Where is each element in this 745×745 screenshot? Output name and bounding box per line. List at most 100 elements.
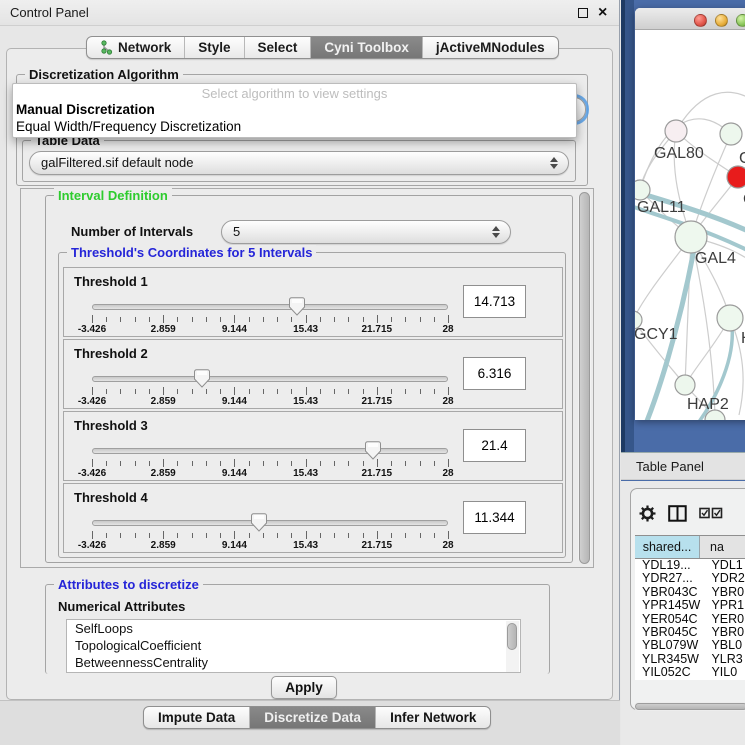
node-red-selected[interactable]: [727, 166, 745, 188]
threshold-2-value[interactable]: 6.316: [463, 357, 526, 390]
table-row[interactable]: YER054CYER0: [635, 613, 745, 626]
table-cell[interactable]: YBR0: [705, 626, 745, 639]
slider-thumb[interactable]: [251, 513, 268, 532]
network-window-titlebar[interactable]: [635, 8, 745, 30]
table-row[interactable]: YIL052CYIL0: [635, 666, 745, 679]
table-cell[interactable]: YBR043C: [635, 586, 705, 599]
table-cell[interactable]: YBL0: [705, 639, 745, 652]
table-cell[interactable]: YDL1: [705, 559, 745, 572]
list-item[interactable]: TopologicalCoefficient: [67, 637, 520, 654]
tab-impute-data[interactable]: Impute Data: [144, 707, 250, 728]
tab-infer-network[interactable]: Infer Network: [376, 707, 490, 728]
table-row[interactable]: YBR043CYBR0: [635, 586, 745, 599]
slider-track[interactable]: [92, 376, 448, 382]
scrollbar-thumb[interactable]: [635, 703, 745, 710]
panel-title: Control Panel: [10, 5, 89, 20]
node-hap2[interactable]: [675, 375, 695, 395]
table-cell[interactable]: YPR145W: [635, 599, 705, 612]
slider-track[interactable]: [92, 520, 448, 526]
column-layout-icon[interactable]: [668, 505, 687, 522]
table-cell[interactable]: YLR3: [705, 653, 745, 666]
table-row[interactable]: YLR345WYLR3: [635, 653, 745, 666]
table-row[interactable]: YBR045CYBR0: [635, 626, 745, 639]
dropdown-option-manual[interactable]: Manual Discretization: [13, 101, 576, 118]
table-cell[interactable]: YDR2: [705, 572, 745, 585]
slider-track[interactable]: [92, 304, 448, 310]
zoom-traffic-light-icon[interactable]: [736, 14, 745, 27]
table-cell[interactable]: YIL052C: [635, 666, 705, 679]
threshold-3-slider[interactable]: -3.4262.8599.14415.4321.71528: [92, 444, 448, 478]
list-item[interactable]: SelfLoops: [67, 620, 520, 637]
tab-cyni-toolbox[interactable]: Cyni Toolbox: [311, 37, 423, 58]
interval-vertical-scrollbar[interactable]: [578, 192, 591, 564]
column-header-shared-name[interactable]: shared...: [635, 536, 700, 558]
network-icon: [100, 40, 113, 55]
minimize-traffic-light-icon[interactable]: [715, 14, 728, 27]
tab-network[interactable]: Network: [87, 37, 185, 58]
control-panel-tabs: Network Style Select Cyni Toolbox jActiv…: [86, 36, 559, 59]
table-data-combobox[interactable]: galFiltered.sif default node: [29, 151, 569, 175]
table-cell[interactable]: YBR0: [705, 586, 745, 599]
slider-thumb[interactable]: [194, 369, 211, 388]
node-gal4[interactable]: [675, 221, 707, 253]
threshold-3-panel: Threshold 3 -3.4262.8599.14415.4321.7152…: [63, 411, 563, 481]
slider-track[interactable]: [92, 448, 448, 454]
table-cell[interactable]: YLR345W: [635, 653, 705, 666]
table-body: YDL19...YDL1YDR27...YDR2YBR043CYBR0YPR14…: [635, 559, 745, 680]
table-horizontal-scrollbar[interactable]: [634, 702, 745, 711]
table-row[interactable]: YDL19...YDL1: [635, 559, 745, 572]
threshold-2-slider[interactable]: -3.4262.8599.14415.4321.71528: [92, 372, 448, 406]
attributes-title: Attributes to discretize: [54, 577, 203, 592]
close-traffic-light-icon[interactable]: [694, 14, 707, 27]
dropdown-option-equal-width[interactable]: Equal Width/Frequency Discretization: [13, 118, 576, 135]
tab-style[interactable]: Style: [185, 37, 244, 58]
apply-button[interactable]: Apply: [271, 676, 337, 699]
scrollbar-thumb[interactable]: [579, 192, 590, 564]
scrollbar-thumb[interactable]: [507, 623, 517, 650]
network-view-window[interactable]: GAL80 G. GAL11 C GAL4 GCY1 H HAP2: [635, 8, 745, 420]
interval-definition-group: Interval Definition Number of Intervals …: [45, 195, 573, 563]
select-columns-icon[interactable]: [699, 507, 723, 519]
list-item[interactable]: BetweennessCentrality: [67, 654, 520, 671]
threshold-4-value[interactable]: 11.344: [463, 501, 526, 534]
table-row[interactable]: YBL079WYBL0: [635, 639, 745, 652]
table-container: shared... na YDL19...YDL1YDR27...YDR2YBR…: [630, 488, 745, 710]
table-panel-titlebar: Table Panel: [621, 452, 745, 480]
slider-thumb[interactable]: [365, 441, 382, 460]
table-cell[interactable]: YER054C: [635, 613, 705, 626]
threshold-1-value[interactable]: 14.713: [463, 285, 526, 318]
node-green-top[interactable]: [720, 123, 742, 145]
tab-select[interactable]: Select: [245, 37, 312, 58]
table-cell[interactable]: YDL19...: [635, 559, 705, 572]
threshold-1-slider[interactable]: -3.4262.8599.14415.4321.71528: [92, 300, 448, 334]
node-gal11[interactable]: [635, 180, 650, 200]
table-cell[interactable]: YER0: [705, 613, 745, 626]
interval-scrollpane: Interval Definition Number of Intervals …: [20, 188, 594, 568]
numerical-attributes-list[interactable]: SelfLoopsTopologicalCoefficientBetweenne…: [66, 619, 521, 673]
attributes-list-scrollbar[interactable]: [506, 621, 519, 673]
table-row[interactable]: YDR27...YDR2: [635, 572, 745, 585]
node-label-hap2: HAP2: [687, 396, 729, 413]
tab-discretize-data[interactable]: Discretize Data: [250, 707, 376, 728]
threshold-1-panel: Threshold 1 -3.4262.8599.14415.4321.7152…: [63, 267, 563, 337]
table-row[interactable]: YPR145WYPR1: [635, 599, 745, 612]
slider-thumb[interactable]: [289, 297, 306, 316]
node-h[interactable]: [717, 305, 743, 331]
table-cell[interactable]: YIL0: [705, 666, 745, 679]
column-header-name[interactable]: na: [700, 536, 745, 558]
float-window-icon[interactable]: [578, 8, 588, 18]
close-icon[interactable]: ×: [598, 2, 607, 24]
tab-jactivemnodules[interactable]: jActiveMNodules: [423, 37, 558, 58]
threshold-3-value[interactable]: 21.4: [463, 429, 526, 462]
number-of-intervals-combobox[interactable]: 5: [221, 220, 511, 244]
threshold-2-label: Threshold 2: [74, 346, 148, 361]
threshold-4-slider[interactable]: -3.4262.8599.14415.4321.71528: [92, 516, 448, 550]
table-cell[interactable]: YBR045C: [635, 626, 705, 639]
table-cell[interactable]: YPR1: [705, 599, 745, 612]
gear-icon[interactable]: [639, 505, 656, 522]
network-canvas[interactable]: GAL80 G. GAL11 C GAL4 GCY1 H HAP2: [635, 30, 745, 420]
tab-network-label: Network: [118, 40, 171, 55]
node-gal80[interactable]: [665, 120, 687, 142]
table-cell[interactable]: YDR27...: [635, 572, 705, 585]
table-cell[interactable]: YBL079W: [635, 639, 705, 652]
